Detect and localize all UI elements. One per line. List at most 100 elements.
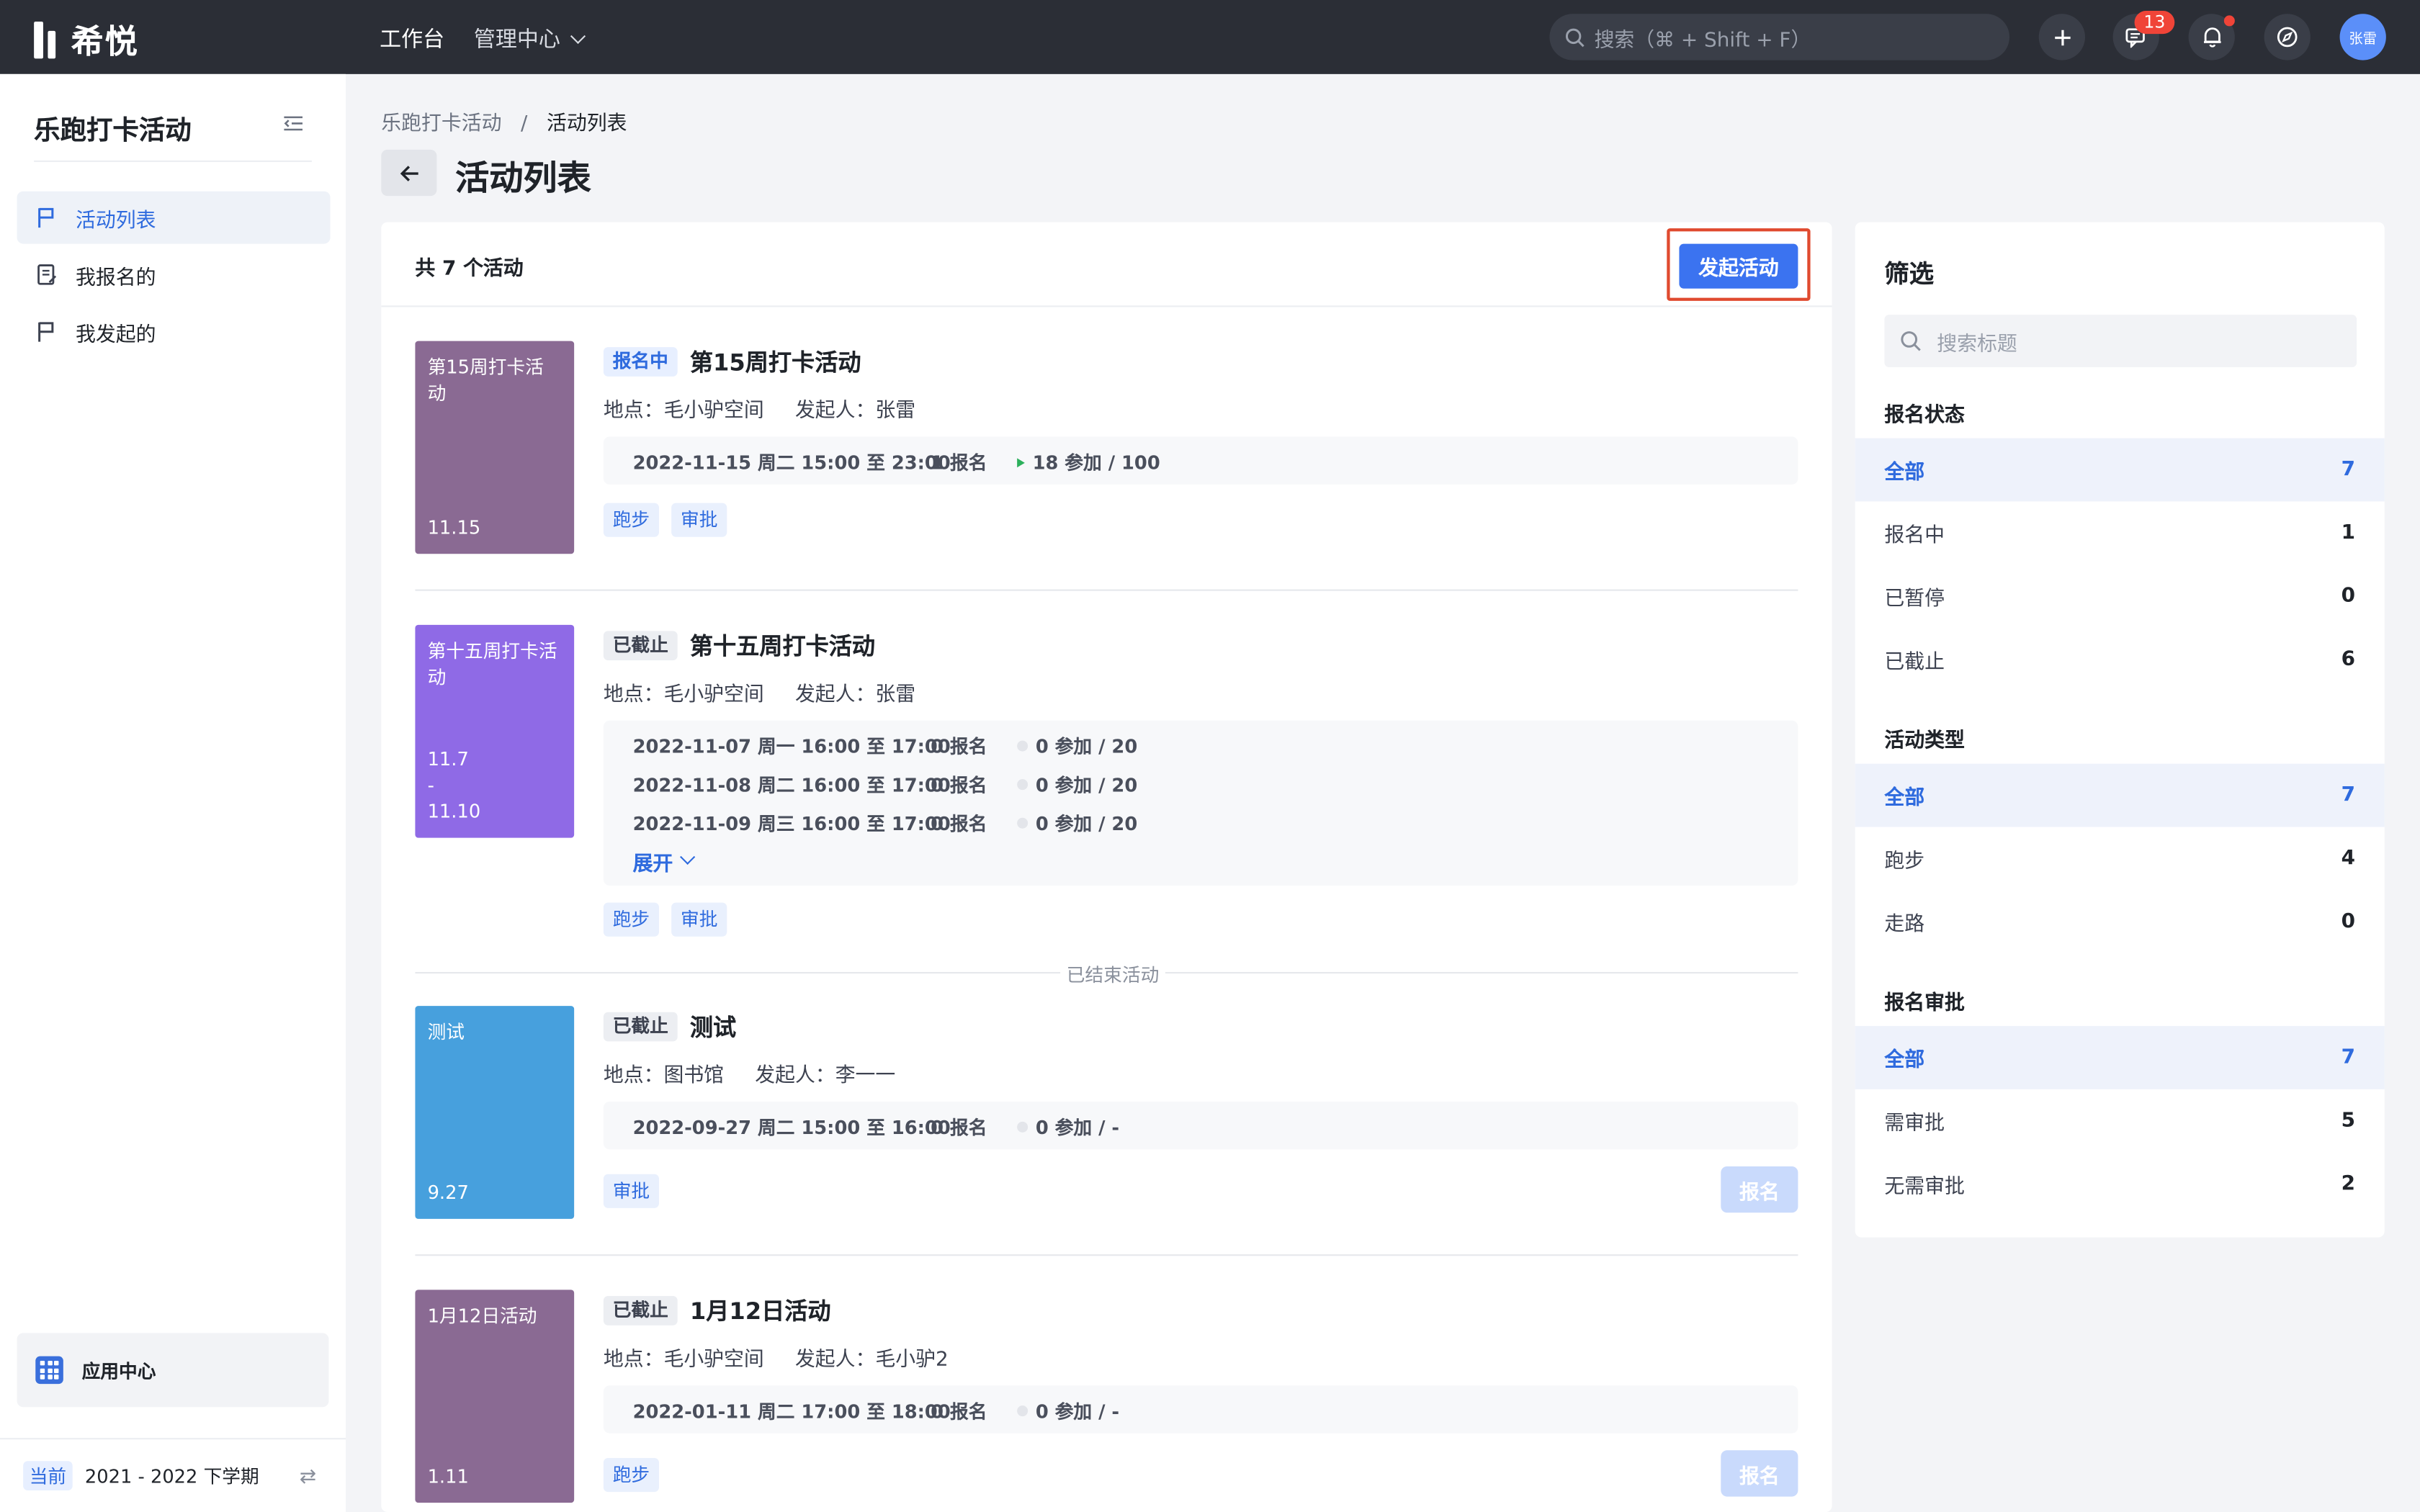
- tag: 跑步: [603, 902, 660, 937]
- nav-workbench[interactable]: 工作台: [380, 23, 444, 54]
- filter-option-label: 需审批: [1884, 1112, 1945, 1136]
- session-participants: 0 参加 / -: [1035, 1400, 1120, 1423]
- chevron-down-icon: [570, 28, 586, 44]
- breadcrumb-root[interactable]: 乐跑打卡活动: [381, 112, 501, 135]
- activity-meta: 地点：毛小驴空间 发起人：毛小驴2: [604, 1342, 973, 1372]
- initiator-field: 发起人：毛小驴2: [795, 1349, 949, 1372]
- flag-icon: [1017, 457, 1025, 467]
- breadcrumb: 乐跑打卡活动 / 活动列表: [381, 107, 627, 135]
- session-participants: 18 参加 / 100: [1032, 451, 1160, 474]
- filter-option-label: 全部: [1884, 786, 1925, 810]
- filter-option-count: 4: [2341, 847, 2355, 870]
- session-list: 2022-11-15 周二 15:00 至 23:00 1 报名 18 参加 /…: [603, 436, 1798, 485]
- cover-title: 第十五周打卡活动: [427, 640, 557, 688]
- initiator-field: 发起人：李一一: [755, 1065, 895, 1088]
- session-list: 2022-01-11 周二 17:00 至 18:00 0 报名 0 参加 / …: [603, 1385, 1798, 1434]
- launch-highlight: 发起活动: [1667, 228, 1811, 301]
- filter-option[interactable]: 走路 0: [1855, 890, 2385, 953]
- flag-icon: [35, 321, 57, 343]
- filter-group-title: 报名审批: [1884, 991, 1965, 1015]
- tag-list: 跑步: [603, 1457, 660, 1493]
- nav-admin-center[interactable]: 管理中心: [474, 23, 586, 54]
- session-signups: 0 报名: [931, 774, 987, 796]
- signup-button[interactable]: 报名: [1721, 1166, 1798, 1213]
- filter-option-count: 0: [2341, 910, 2355, 934]
- location-value: 毛小驴空间: [663, 683, 764, 707]
- filter-search-placeholder: 搜索标题: [1937, 332, 2017, 356]
- card-divider: [415, 589, 1798, 591]
- participants-icon: [1017, 740, 1028, 752]
- session-participants: 0 参加 / -: [1035, 1117, 1120, 1139]
- filter-option-label: 报名中: [1884, 524, 1945, 548]
- activity-title[interactable]: 测试: [690, 1011, 736, 1043]
- activity-title[interactable]: 1月12日活动: [690, 1295, 831, 1327]
- collapse-sidebar-icon[interactable]: [284, 116, 302, 131]
- activity-meta: 地点：毛小驴空间 发起人：张雷: [604, 678, 941, 707]
- global-search[interactable]: 搜索（⌘ + Shift + F）: [1549, 14, 2009, 60]
- sidebar-item-activity-list[interactable]: 活动列表: [17, 191, 331, 244]
- activity-title[interactable]: 第十五周打卡活动: [690, 629, 875, 662]
- flag-icon: [35, 207, 57, 228]
- user-avatar[interactable]: 张雷: [2339, 14, 2386, 60]
- signup-button[interactable]: 报名: [1721, 1450, 1798, 1497]
- filter-option[interactable]: 报名中 1: [1855, 501, 2385, 564]
- filter-option-label: 无需审批: [1884, 1175, 1965, 1199]
- participants-icon: [1017, 817, 1028, 829]
- help-button[interactable]: [2264, 14, 2311, 60]
- filter-option-label: 全部: [1884, 461, 1925, 485]
- participants-icon: [1017, 779, 1028, 791]
- status-badge: 已截止: [603, 1012, 678, 1042]
- back-button[interactable]: [381, 149, 437, 197]
- activity-card[interactable]: 第15周打卡活动 11.15 报名中 第15周打卡活动 地点：毛小驴空间 发起人…: [415, 341, 1798, 557]
- session-participants: 0 参加 / 20: [1035, 813, 1138, 835]
- filter-option[interactable]: 全部 7: [1855, 438, 2385, 502]
- session-signups: 0 报名: [931, 813, 987, 835]
- session-participants: 0 参加 / 20: [1035, 774, 1138, 796]
- cover-date: 11.7 - 11.10: [427, 748, 481, 823]
- activity-card[interactable]: 1月12日活动 1.11 已截止 1月12日活动 地点：毛小驴空间 发起人：毛小…: [415, 1290, 1798, 1506]
- session-list: 2022-11-07 周一 16:00 至 17:00 0 报名 0 参加 / …: [603, 720, 1798, 886]
- cover-date: 9.27: [427, 1182, 469, 1204]
- swap-icon[interactable]: ⇄: [300, 1466, 316, 1489]
- expand-label: 展开: [632, 853, 673, 877]
- term-switcher[interactable]: 当前 2021 - 2022 下学期 ⇄: [0, 1438, 346, 1512]
- initiator-label: 发起人：: [794, 683, 876, 707]
- activity-count: 共 7 个活动: [415, 257, 524, 281]
- filter-option[interactable]: 全部 7: [1855, 763, 2385, 827]
- session-signups: 0 报名: [931, 736, 987, 758]
- activity-card[interactable]: 第十五周打卡活动 11.7 - 11.10 已截止 第十五周打卡活动 地点：毛小…: [415, 624, 1798, 941]
- session-row: 2022-11-07 周一 16:00 至 17:00 0 报名 0 参加 / …: [633, 733, 1138, 759]
- sidebar-item-my-launched[interactable]: 我发起的: [17, 305, 331, 358]
- tag-list: 跑步 审批: [603, 902, 727, 937]
- app-center-button[interactable]: 应用中心: [17, 1333, 329, 1408]
- filter-search-input[interactable]: 搜索标题: [1884, 315, 2357, 367]
- launch-activity-button[interactable]: 发起活动: [1679, 243, 1798, 289]
- form-icon: [35, 264, 57, 285]
- filter-option[interactable]: 已截止 6: [1855, 628, 2385, 691]
- sidebar-item-my-signups[interactable]: 我报名的: [17, 248, 331, 301]
- tag: 跑步: [603, 1457, 660, 1493]
- tag: 跑步: [603, 503, 660, 537]
- tag: 审批: [671, 503, 727, 537]
- activity-title[interactable]: 第15周打卡活动: [690, 346, 861, 378]
- session-participants-field: 0 参加 / 20: [1017, 810, 1137, 836]
- current-term: 2021 - 2022 下学期: [84, 1465, 259, 1488]
- cover-date: 11.15: [427, 516, 481, 539]
- brand-logo[interactable]: 希悦: [34, 17, 139, 63]
- filter-option[interactable]: 全部 7: [1855, 1026, 2385, 1089]
- session-signups: 0 报名: [931, 1117, 987, 1139]
- activity-card[interactable]: 测试 9.27 已截止 测试 地点：图书馆 发起人：李一一 2022-09-27…: [415, 1006, 1798, 1222]
- session-row: 2022-11-08 周二 16:00 至 17:00 0 报名 0 参加 / …: [633, 771, 1138, 797]
- filter-option[interactable]: 跑步 4: [1855, 827, 2385, 891]
- session-list: 2022-09-27 周二 15:00 至 16:00 0 报名 0 参加 / …: [603, 1102, 1798, 1150]
- location-field: 地点：图书馆: [604, 1065, 724, 1088]
- filter-option[interactable]: 无需审批 2: [1855, 1153, 2385, 1216]
- filter-option[interactable]: 已暂停 0: [1855, 564, 2385, 628]
- filter-option[interactable]: 需审批 5: [1855, 1089, 2385, 1153]
- add-button[interactable]: [2038, 14, 2085, 60]
- activity-title-row: 已截止 1月12日活动: [603, 1295, 831, 1327]
- expand-sessions-button[interactable]: 展开: [632, 847, 696, 877]
- location-value: 毛小驴空间: [663, 400, 764, 423]
- sidebar-item-label: 我发起的: [76, 323, 156, 347]
- location-field: 地点：毛小驴空间: [604, 400, 764, 423]
